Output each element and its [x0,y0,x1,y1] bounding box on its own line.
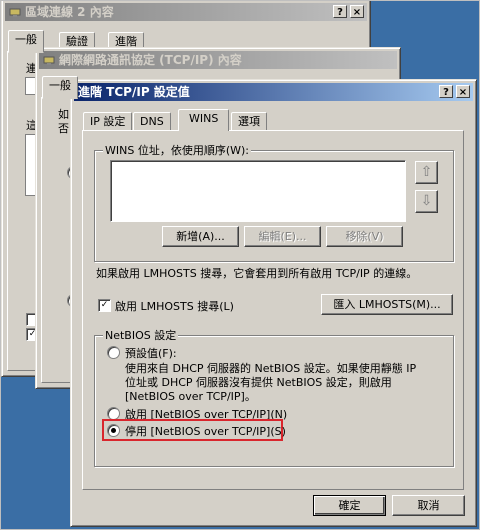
window1-title: 區域連線 2 內容 [25,5,114,19]
window2-tab-general[interactable]: 一般 [42,76,78,99]
dialog-title: 進階 TCP/IP 設定值 [78,85,190,99]
radio-default-desc-line-3: [NetBIOS over TCP/IP]。 [125,390,256,403]
wins-address-list[interactable] [110,160,406,222]
lmhosts-checkbox-label: 啟用 LMHOSTS 搜尋(L) [115,300,234,313]
dialog-close-button[interactable]: × [456,85,470,98]
window2-titlebar[interactable]: 網際網路通訊協定 (TCP/IP) 內容 [39,51,397,69]
up-arrow-icon: ⇧ [420,164,433,180]
cancel-button[interactable]: 取消 [392,495,465,516]
window2-fragment-2: 否 [58,122,69,135]
ok-button[interactable]: 確定 [313,495,386,516]
screenshot-frame: 區域連線 2 內容 ? × 一般 驗證 進階 連 這 ✓ 網際網路通訊協定 (T… [0,0,480,530]
tab-options[interactable]: 選項 [231,112,267,132]
down-arrow-icon: ⇩ [420,193,433,209]
window1-titlebar[interactable]: 區域連線 2 內容 ? × [5,3,367,21]
edit-button[interactable]: 編輯(E)... [244,226,321,247]
remove-button[interactable]: 移除(V) [326,226,403,247]
radio-disable-netbios[interactable] [107,424,120,437]
advanced-tcpip-dialog: 進階 TCP/IP 設定值 ? × IP 設定 DNS WINS 選項 WINS… [70,79,477,527]
netbios-group-label: NetBIOS 設定 [103,327,179,343]
radio-default[interactable] [107,346,120,359]
lmhosts-checkbox[interactable]: ✓ [98,299,111,312]
lmhosts-note: 如果啟用 LMHOSTS 搜尋，它會套用到所有啟用 TCP/IP 的連線。 [96,267,418,280]
dialog-help-button[interactable]: ? [439,85,453,98]
tab-dns[interactable]: DNS [133,112,171,132]
window2-title: 網際網路通訊協定 (TCP/IP) 內容 [59,53,242,67]
move-up-button[interactable]: ⇧ [415,161,438,184]
network-connection-icon [9,8,21,17]
window1-help-button[interactable]: ? [333,5,347,18]
network-connection-icon [43,56,55,65]
radio-default-label: 預設值(F): [125,347,177,360]
tab-ip-settings[interactable]: IP 設定 [83,112,133,132]
radio-disable-label: 停用 [NetBIOS over TCP/IP](S) [125,425,286,438]
move-down-button[interactable]: ⇩ [415,190,438,213]
tab-wins[interactable]: WINS [178,109,230,131]
dialog-titlebar[interactable]: 進階 TCP/IP 設定值 ? × [74,83,473,101]
window1-close-button[interactable]: × [350,5,364,18]
window1-tab-general[interactable]: 一般 [8,30,44,53]
wins-address-label: WINS 位址，依使用順序(W): [103,142,251,158]
add-button[interactable]: 新增(A)... [162,226,239,247]
import-lmhosts-button[interactable]: 匯入 LMHOSTS(M)... [321,294,453,315]
